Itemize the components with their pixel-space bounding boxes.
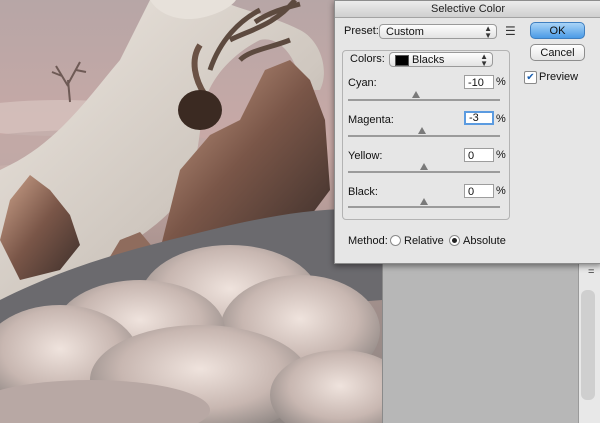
select-arrows-icon: ▲ ▼ — [480, 52, 488, 68]
cyan-value-field[interactable]: -10 — [464, 75, 494, 89]
relative-radio[interactable] — [390, 235, 401, 246]
preset-select[interactable]: Custom ▲ ▼ — [379, 24, 497, 40]
black-slider-track[interactable] — [348, 206, 500, 208]
yellow-slider-track[interactable] — [348, 171, 500, 173]
preset-select-value: Custom — [386, 26, 424, 38]
workspace-side-strip — [382, 262, 579, 423]
black-label: Black: — [348, 186, 378, 198]
preview-label: Preview — [539, 71, 579, 83]
absolute-radio[interactable] — [449, 235, 460, 246]
black-percent: % — [496, 185, 506, 197]
scrollbar-thumb[interactable] — [581, 290, 595, 400]
yellow-label: Yellow: — [348, 150, 383, 162]
cyan-percent: % — [496, 76, 506, 88]
list-menu-icon[interactable]: ☰ — [505, 24, 516, 38]
checkmark-icon: ✔ — [526, 72, 535, 83]
colors-select-value: Blacks — [412, 54, 445, 66]
yellow-value-field[interactable]: 0 — [464, 148, 494, 162]
magenta-value-field[interactable]: -3 — [464, 111, 494, 125]
preview-checkbox[interactable]: ✔ — [524, 71, 537, 84]
magenta-slider-thumb[interactable] — [417, 127, 426, 134]
black-slider-thumb[interactable] — [420, 198, 428, 205]
cyan-slider-thumb[interactable] — [412, 91, 421, 98]
method-label: Method: — [348, 235, 388, 247]
cyan-slider-track[interactable] — [348, 99, 500, 101]
colors-label: Colors: — [350, 53, 385, 65]
cancel-button[interactable]: Cancel — [530, 44, 585, 61]
preset-label: Preset: — [344, 25, 379, 37]
scrollbar-label: = — [588, 266, 595, 278]
relative-label: Relative — [404, 235, 444, 247]
select-arrows-icon: ▲ ▼ — [484, 24, 492, 40]
magenta-label: Magenta: — [348, 114, 394, 126]
absolute-label: Absolute — [463, 235, 506, 247]
yellow-percent: % — [496, 149, 506, 161]
color-swatch — [395, 55, 409, 66]
yellow-slider-thumb[interactable] — [420, 163, 428, 170]
ok-button[interactable]: OK — [530, 22, 585, 39]
magenta-percent: % — [496, 113, 506, 125]
cyan-label: Cyan: — [348, 77, 377, 89]
magenta-slider-track[interactable] — [348, 135, 500, 137]
black-value-field[interactable]: 0 — [464, 184, 494, 198]
dialog-title: Selective Color — [335, 1, 600, 18]
colors-select[interactable]: Blacks ▲ ▼ — [389, 52, 493, 68]
